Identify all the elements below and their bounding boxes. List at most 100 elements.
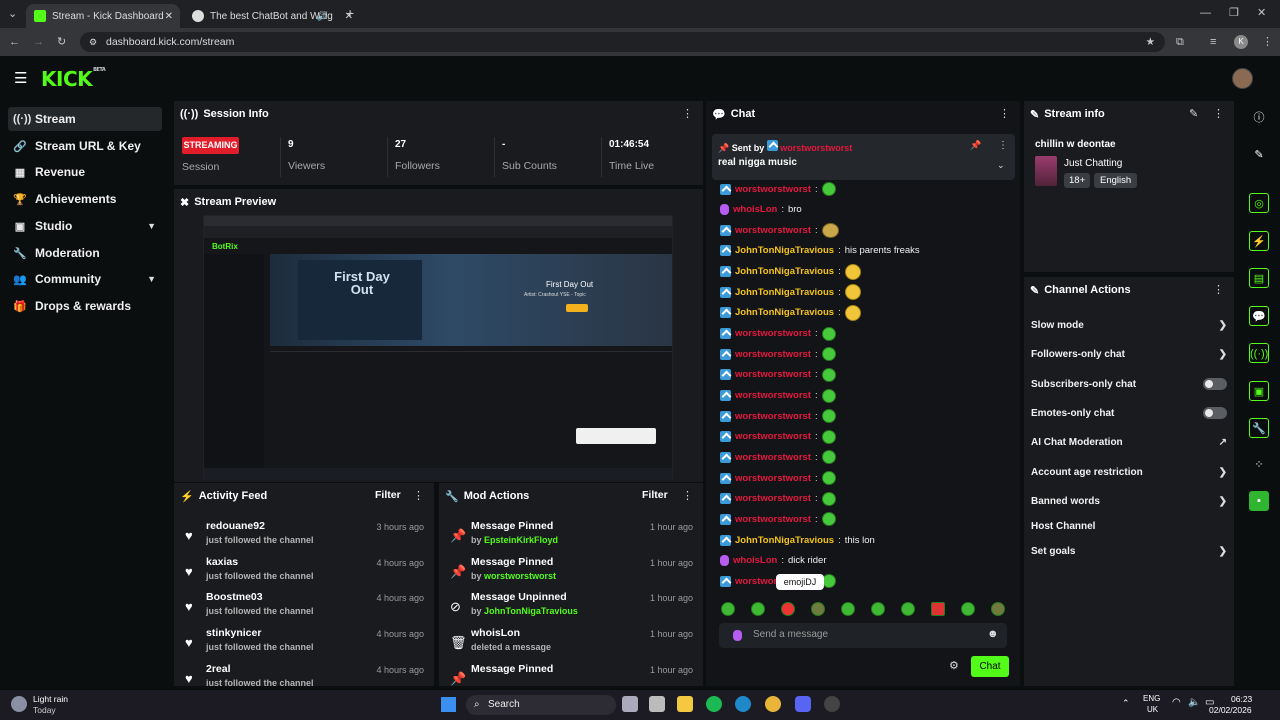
wifi-icon[interactable]: ◠ (1172, 697, 1181, 708)
chat-username[interactable]: worstworstworst (735, 390, 811, 401)
chat-username[interactable]: worstworstworst (735, 184, 811, 195)
tab-botrix[interactable]: The best ChatBot and Widg 🔊 ✕ (184, 4, 360, 28)
chat-emote-icon[interactable] (821, 182, 836, 196)
file-explorer-icon[interactable] (677, 696, 693, 712)
pinned-user[interactable]: worstworstworst (780, 143, 852, 153)
more-options-icon[interactable]: ⋮ (682, 107, 693, 121)
language-indicator[interactable]: ENG (1143, 694, 1160, 703)
followers-only-row[interactable]: Followers-only chat ❯ (1031, 344, 1227, 364)
back-icon[interactable]: ← (9, 35, 20, 49)
app-icon[interactable] (649, 696, 665, 712)
clock-time[interactable]: 06:23 (1231, 694, 1252, 704)
feed-username[interactable]: Boostme03 (206, 591, 263, 603)
feed-username[interactable]: redouane92 (206, 520, 265, 532)
filter-button[interactable]: Filter (375, 489, 401, 501)
volume-icon[interactable]: 🔈 (1188, 697, 1200, 708)
wrench-icon[interactable]: 🔧 (1249, 418, 1269, 438)
more-options-icon[interactable]: ⋮ (998, 140, 1008, 151)
info-icon[interactable]: ⓘ (1249, 108, 1269, 128)
feed-username[interactable]: 2real (206, 663, 231, 675)
chat-emote-icon[interactable] (821, 429, 836, 444)
discord-icon[interactable] (795, 696, 811, 712)
chat-username[interactable]: worstworstworst (735, 514, 811, 525)
send-chat-button[interactable]: Chat (971, 656, 1009, 677)
nav-item-achievements[interactable]: 🏆 Achievements (8, 187, 162, 211)
chat-emote-icon[interactable] (844, 263, 861, 280)
emoji-picker-icon[interactable]: ☻ (987, 628, 999, 640)
maximize-icon[interactable]: ❐ (1229, 6, 1239, 20)
pinned-message[interactable]: 📌 Sent by worstworstworst real nigga mus… (712, 134, 1015, 180)
chat-settings-gear-icon[interactable]: ⚙ (949, 659, 959, 672)
user-avatar[interactable] (1232, 68, 1253, 89)
chat-username[interactable]: worstworstworst (735, 411, 811, 422)
chat-username[interactable]: worstworstworst (735, 225, 811, 236)
nav-item-community[interactable]: 👥 Community ▼ (8, 267, 162, 291)
mod-user[interactable]: worstworstworst (484, 571, 556, 581)
emote-icon[interactable] (901, 602, 915, 616)
audio-icon[interactable]: 🔊 (317, 11, 328, 22)
chat-emote-icon[interactable] (821, 388, 836, 403)
chat-emote-icon[interactable] (821, 347, 836, 362)
chat-username[interactable]: worstworstworst (735, 369, 811, 380)
chat-emote-icon[interactable] (821, 222, 839, 238)
nav-item-stream-url-key[interactable]: 🔗 Stream URL & Key (8, 134, 162, 158)
nav-item-revenue[interactable]: ▦ Revenue (8, 160, 162, 184)
emote-icon[interactable] (721, 602, 735, 616)
session-panel-icon[interactable]: ▣ (1249, 381, 1269, 401)
minimize-icon[interactable]: — (1200, 6, 1211, 20)
chat-emote-icon[interactable] (821, 326, 836, 341)
nav-item-stream[interactable]: ((·)) Stream (8, 107, 162, 131)
browser-menu-icon[interactable]: ⋮ (1262, 35, 1273, 49)
mod-user[interactable]: JohnTonNigaTravious (484, 606, 578, 616)
chat-username[interactable]: JohnTonNigaTravious (735, 266, 834, 277)
steam-icon[interactable] (824, 696, 840, 712)
task-view-icon[interactable] (622, 696, 638, 712)
banned-words-row[interactable]: Banned words ❯ (1031, 491, 1227, 511)
chat-username[interactable]: JohnTonNigaTravious (735, 287, 834, 298)
chat-input[interactable]: Send a message ☻ (719, 623, 1007, 648)
chat-emote-icon[interactable] (821, 491, 836, 506)
mod-user[interactable]: EpsteinKirkFloyd (484, 535, 558, 545)
chat-emote-icon[interactable] (844, 304, 861, 321)
edit-icon[interactable]: ✎ (1189, 107, 1198, 120)
more-options-icon[interactable]: ⋮ (1213, 107, 1224, 121)
weather-icon[interactable] (11, 696, 27, 712)
chrome-icon[interactable] (765, 696, 781, 712)
emote-icon[interactable] (811, 602, 825, 616)
chat-username[interactable]: JohnTonNigaTravious (735, 307, 834, 318)
chat-username[interactable]: JohnTonNigaTravious (735, 245, 834, 256)
bot-icon[interactable]: ▪ (1249, 491, 1269, 511)
profile-avatar[interactable]: K (1234, 35, 1248, 49)
windows-start-icon[interactable] (441, 697, 456, 712)
chat-username[interactable]: worstworstworst (735, 431, 811, 442)
tab-search-icon[interactable]: ⌄ (8, 7, 17, 21)
chat-emote-icon[interactable] (821, 471, 836, 486)
chat-icon[interactable]: 💬 (1249, 306, 1269, 326)
pen-icon[interactable]: ✎ (1249, 145, 1269, 165)
more-options-icon[interactable]: ⋮ (682, 489, 693, 503)
lightning-icon[interactable]: ⚡ (1249, 231, 1269, 251)
camera-icon[interactable]: ◎ (1249, 193, 1269, 213)
host-channel-row[interactable]: Host Channel (1031, 516, 1227, 536)
notes-icon[interactable]: ▤ (1249, 268, 1269, 288)
reading-list-icon[interactable]: ≡ (1210, 35, 1216, 49)
chat-emote-icon[interactable] (821, 512, 836, 527)
stream-preview-video[interactable]: BotRix First Day Out First Day Out Artis… (203, 215, 673, 480)
emote-icon[interactable] (871, 602, 885, 616)
kick-logo[interactable]: KICKBETA (41, 67, 106, 91)
feed-username[interactable]: stinkynicer (206, 627, 261, 639)
tab-close-icon[interactable]: ✕ (165, 11, 173, 22)
close-window-icon[interactable]: ✕ (1257, 6, 1266, 20)
emote-icon[interactable] (841, 602, 855, 616)
chat-emote-icon[interactable] (821, 450, 836, 465)
more-options-icon[interactable]: ⋮ (1213, 283, 1224, 297)
more-options-icon[interactable]: ⋮ (999, 107, 1010, 121)
chat-username[interactable]: worstworstworst (735, 349, 811, 360)
tab-kick-dashboard[interactable]: Stream - Kick Dashboard ✕ (26, 4, 180, 28)
set-goals-row[interactable]: Set goals ❯ (1031, 541, 1227, 561)
emote-icon[interactable] (751, 602, 765, 616)
more-options-icon[interactable]: ⋮ (413, 489, 424, 503)
tray-chevron-icon[interactable]: ⌃ (1122, 698, 1130, 709)
forward-icon[interactable]: → (33, 35, 44, 49)
mic-icon[interactable] (733, 630, 742, 641)
